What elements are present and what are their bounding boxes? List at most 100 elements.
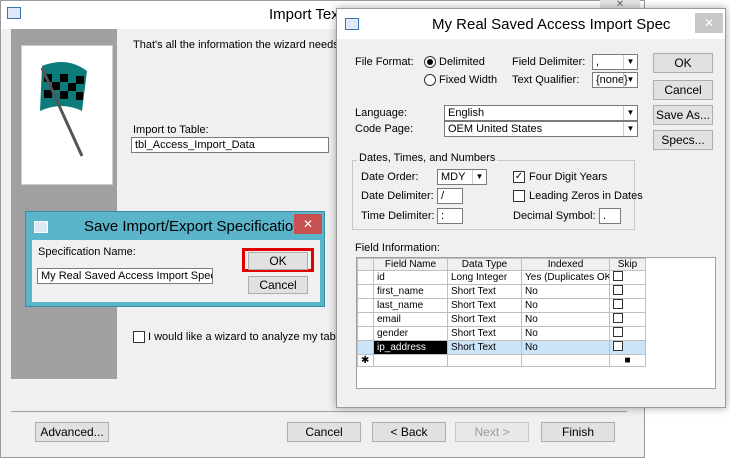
spec-name-label: Specification Name: <box>38 246 136 258</box>
language-select[interactable]: English ▼ <box>444 105 638 121</box>
field-name-cell[interactable]: ip_address <box>373 340 448 355</box>
data-type-cell[interactable]: Short Text <box>447 298 522 313</box>
back-button[interactable]: < Back <box>372 422 446 442</box>
indexed-cell[interactable]: No <box>521 340 610 355</box>
skip-checkbox[interactable] <box>613 299 623 309</box>
data-type-cell[interactable] <box>447 354 522 367</box>
time-delimiter-input[interactable]: : <box>437 208 463 224</box>
specs-button[interactable]: Specs... <box>653 130 713 150</box>
spec-cancel-button[interactable]: Cancel <box>653 80 713 100</box>
skip-checkbox[interactable] <box>613 285 623 295</box>
column-header: Data Type <box>447 258 522 271</box>
data-type-cell[interactable]: Short Text <box>447 312 522 327</box>
field-name-cell[interactable]: first_name <box>373 284 448 299</box>
leading-zeros-checkbox[interactable] <box>513 190 525 202</box>
table-row[interactable]: gender Short Text No <box>357 326 646 341</box>
data-type-cell[interactable]: Short Text <box>447 284 522 299</box>
analyze-checkbox[interactable] <box>133 331 145 343</box>
save-cancel-button[interactable]: Cancel <box>248 276 308 294</box>
next-button[interactable]: Next > <box>455 422 529 442</box>
delimited-label: Delimited <box>439 56 485 68</box>
code-page-label: Code Page: <box>355 123 414 135</box>
table-row[interactable]: last_name Short Text No <box>357 298 646 313</box>
date-delimiter-input[interactable]: / <box>437 188 463 204</box>
decimal-symbol-input[interactable]: . <box>599 208 621 224</box>
date-order-label: Date Order: <box>361 171 419 183</box>
chevron-down-icon: ▼ <box>623 122 637 136</box>
indexed-cell[interactable]: No <box>521 298 610 313</box>
skip-cell[interactable] <box>609 326 646 341</box>
field-name-cell[interactable]: email <box>373 312 448 327</box>
save-close-button[interactable]: ✕ <box>294 214 322 234</box>
skip-cell[interactable] <box>609 270 646 285</box>
advanced-button[interactable]: Advanced... <box>35 422 109 442</box>
language-label: Language: <box>355 107 407 119</box>
import-to-table-input[interactable]: tbl_Access_Import_Data <box>131 137 329 153</box>
indexed-cell[interactable]: Yes (Duplicates OK) <box>521 270 610 285</box>
code-page-select[interactable]: OEM United States ▼ <box>444 121 638 137</box>
flag-image-frame <box>21 45 113 185</box>
skip-checkbox[interactable] <box>613 313 623 323</box>
spec-ok-button[interactable]: OK <box>653 53 713 73</box>
field-name-cell[interactable]: last_name <box>373 298 448 313</box>
field-information-label: Field Information: <box>355 242 440 254</box>
fixed-width-radio[interactable] <box>424 74 436 86</box>
save-as-button[interactable]: Save As... <box>653 105 713 125</box>
date-order-select[interactable]: MDY ▼ <box>437 169 487 185</box>
spec-name-input[interactable]: My Real Saved Access Import Spec <box>37 268 213 284</box>
column-header: Field Name <box>373 258 448 271</box>
table-row[interactable]: first_name Short Text No <box>357 284 646 299</box>
dates-group-label: Dates, Times, and Numbers <box>357 152 498 164</box>
chevron-down-icon: ▼ <box>472 170 486 184</box>
table-new-row[interactable]: ✱ ■ <box>357 354 646 367</box>
code-page-value: OEM United States <box>448 123 543 135</box>
row-selector[interactable] <box>357 312 374 327</box>
table-row[interactable]: id Long Integer Yes (Duplicates OK) <box>357 270 646 285</box>
skip-cell[interactable] <box>609 298 646 313</box>
row-selector[interactable] <box>357 298 374 313</box>
save-dialog-body: Specification Name: My Real Saved Access… <box>32 240 320 302</box>
skip-checkbox[interactable] <box>613 271 623 281</box>
skip-cell[interactable] <box>609 312 646 327</box>
indexed-cell[interactable]: No <box>521 284 610 299</box>
row-selector[interactable] <box>357 326 374 341</box>
skip-checkbox[interactable] <box>613 327 623 337</box>
save-spec-dialog: Save Import/Export Specification ✕ Speci… <box>25 211 325 307</box>
time-delimiter-label: Time Delimiter: <box>361 210 435 222</box>
skip-cell[interactable] <box>609 340 646 355</box>
text-qualifier-select[interactable]: {none} ▼ <box>592 72 638 88</box>
row-selector[interactable] <box>357 284 374 299</box>
spec-app-icon <box>345 18 359 30</box>
data-type-cell[interactable]: Short Text <box>447 326 522 341</box>
indexed-cell[interactable] <box>521 354 610 367</box>
indexed-cell[interactable]: No <box>521 326 610 341</box>
data-type-cell[interactable]: Long Integer <box>447 270 522 285</box>
field-information-table: Field Name Data Type Indexed Skip id Long… <box>357 258 646 367</box>
field-delimiter-select[interactable]: , ▼ <box>592 54 638 70</box>
table-row-selected[interactable]: ip_address Short Text No <box>357 340 646 355</box>
decimal-symbol-label: Decimal Symbol: <box>513 210 596 222</box>
column-header: Skip <box>609 258 646 271</box>
finish-button[interactable]: Finish <box>541 422 615 442</box>
row-selector[interactable] <box>357 270 374 285</box>
wizard-cancel-button[interactable]: Cancel <box>287 422 361 442</box>
skip-cell[interactable] <box>609 284 646 299</box>
delimited-radio[interactable] <box>424 56 436 68</box>
save-dialog-title: Save Import/Export Specification <box>84 218 302 235</box>
four-digit-years-checkbox[interactable]: ✓ <box>513 171 525 183</box>
spec-titlebar: My Real Saved Access Import Spec ✕ <box>337 9 725 39</box>
spec-close-button[interactable]: ✕ <box>695 13 723 33</box>
table-row[interactable]: email Short Text No <box>357 312 646 327</box>
field-name-cell[interactable]: id <box>373 270 448 285</box>
skip-cell[interactable]: ■ <box>609 354 646 367</box>
data-type-cell[interactable]: Short Text <box>447 340 522 355</box>
field-name-cell[interactable]: gender <box>373 326 448 341</box>
field-delimiter-value: , <box>596 56 600 68</box>
skip-checkbox[interactable] <box>613 341 623 351</box>
save-ok-button[interactable]: OK <box>248 252 308 270</box>
language-value: English <box>448 107 485 119</box>
date-delimiter-label: Date Delimiter: <box>361 190 434 202</box>
row-selector[interactable] <box>357 340 374 355</box>
field-name-cell[interactable] <box>373 354 448 367</box>
indexed-cell[interactable]: No <box>521 312 610 327</box>
